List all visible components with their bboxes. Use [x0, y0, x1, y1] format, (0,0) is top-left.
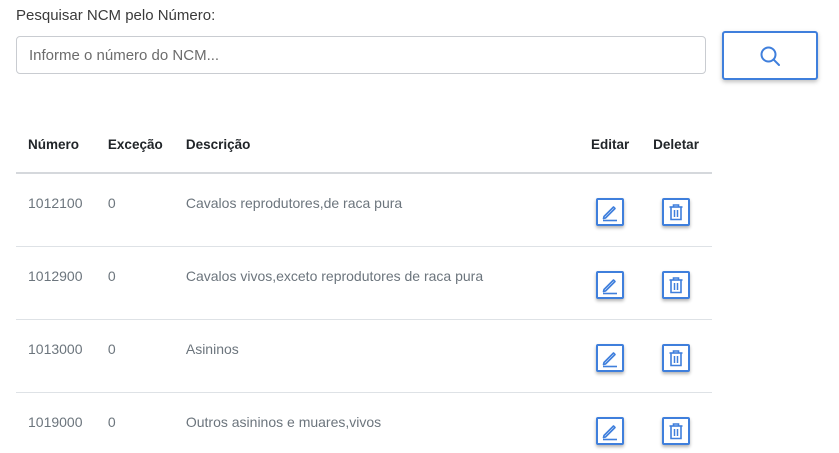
search-icon	[759, 45, 781, 67]
ncm-search-page: Pesquisar NCM pelo Número: Número Exceçã…	[0, 0, 839, 453]
cell-excecao: 0	[95, 246, 174, 320]
cell-excecao: 0	[95, 173, 174, 247]
cell-editar	[580, 392, 641, 453]
edit-button[interactable]	[596, 198, 625, 226]
cell-editar	[580, 173, 641, 247]
cell-descricao: Cavalos vivos,exceto reprodutores de rac…	[173, 246, 581, 320]
header-excecao: Exceção	[95, 117, 174, 174]
delete-button[interactable]	[662, 270, 691, 299]
table-row: 1012900 0 Cavalos vivos,exceto reproduto…	[16, 246, 712, 320]
search-label: Pesquisar NCM pelo Número:	[16, 7, 216, 24]
search-input[interactable]	[16, 36, 706, 74]
edit-button[interactable]	[596, 270, 625, 299]
edit-icon	[600, 348, 620, 368]
trash-icon	[666, 202, 686, 222]
cell-excecao: 0	[95, 392, 174, 453]
cell-numero: 1013000	[16, 319, 96, 393]
cell-deletar	[640, 392, 712, 453]
cell-descricao: Asininos	[173, 319, 581, 393]
cell-editar	[580, 246, 641, 320]
trash-icon	[666, 275, 686, 295]
header-descricao: Descrição	[173, 117, 581, 174]
cell-deletar	[640, 173, 712, 247]
cell-descricao: Outros asininos e muares,vivos	[173, 392, 581, 453]
edit-button[interactable]	[596, 343, 625, 372]
edit-icon	[600, 202, 620, 222]
delete-button[interactable]	[662, 416, 691, 445]
cell-numero: 1012100	[16, 173, 96, 247]
header-numero: Número	[16, 117, 96, 174]
header-editar: Editar	[580, 117, 641, 174]
cell-numero: 1019000	[16, 392, 96, 453]
cell-excecao: 0	[95, 319, 174, 393]
cell-deletar	[640, 319, 712, 393]
delete-button[interactable]	[662, 198, 691, 226]
search-button[interactable]	[722, 31, 818, 80]
cell-deletar	[640, 246, 712, 320]
delete-button[interactable]	[662, 343, 691, 372]
edit-button[interactable]	[596, 416, 625, 445]
table-row: 1013000 0 Asininos	[16, 319, 712, 393]
header-deletar: Deletar	[640, 117, 712, 174]
table-header-row: Número Exceção Descrição Editar Deletar	[16, 117, 712, 174]
trash-icon	[666, 421, 686, 441]
ncm-table: Número Exceção Descrição Editar Deletar …	[16, 117, 712, 453]
cell-editar	[580, 319, 641, 393]
trash-icon	[666, 348, 686, 368]
edit-icon	[600, 421, 620, 441]
table-row: 1019000 0 Outros asininos e muares,vivos	[16, 392, 712, 453]
cell-descricao: Cavalos reprodutores,de raca pura	[173, 173, 581, 247]
edit-icon	[600, 275, 620, 295]
cell-numero: 1012900	[16, 246, 96, 320]
table-row: 1012100 0 Cavalos reprodutores,de raca p…	[16, 173, 712, 247]
